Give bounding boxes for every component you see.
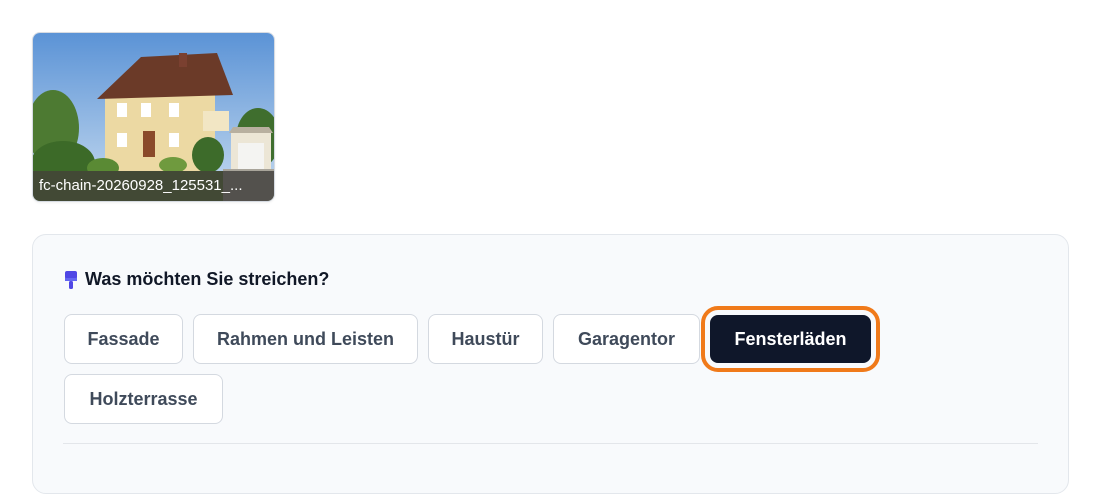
question-title: Was möchten Sie streichen? [85,269,330,289]
option-haustuer[interactable]: Haustür [428,314,543,364]
option-holzterrasse[interactable]: Holzterrasse [64,374,223,424]
option-rahmen-und-leisten[interactable]: Rahmen und Leisten [193,314,418,364]
paint-target-question-card: Was möchten Sie streichen? Fassade Rahme… [32,234,1069,494]
divider [63,443,1038,444]
option-fassade[interactable]: Fassade [64,314,183,364]
paintbrush-icon [65,270,77,289]
option-garagentor[interactable]: Garagentor [553,314,700,364]
image-attachment-thumbnail[interactable]: fc-chain-20260928_125531_... [32,32,275,202]
option-fensterlaeden[interactable]: Fensterläden [701,306,880,372]
question-heading: Was möchten Sie streichen? [63,269,329,290]
image-filename: fc-chain-20260928_125531_... [33,171,274,201]
